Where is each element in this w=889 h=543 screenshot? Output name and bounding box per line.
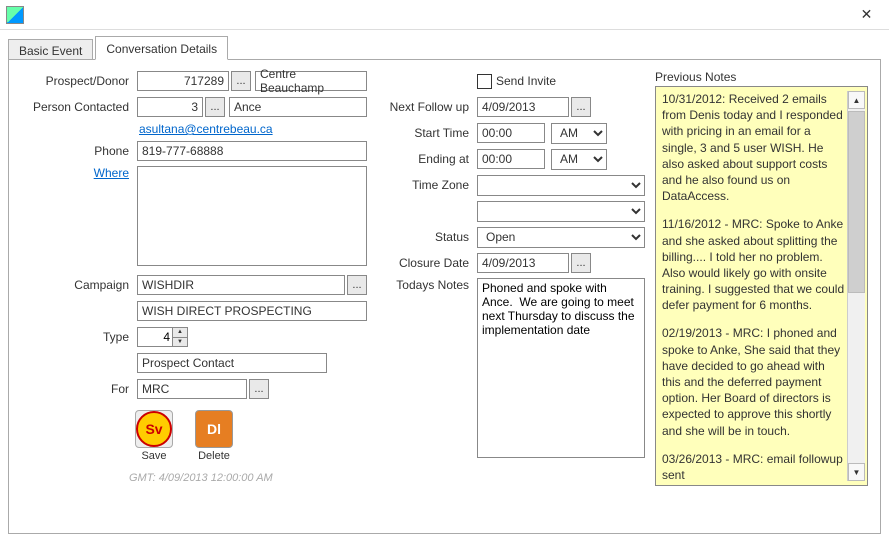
tab-page-conversation-details: Prospect/Donor ... Centre Beauchamp Pers… [8,59,881,534]
save-icon: Sv [136,411,172,447]
status-label: Status [377,230,477,244]
middle-column: Send Invite Next Follow up ... Start Tim… [377,70,645,523]
status-select[interactable]: Open [477,227,645,248]
campaign-lookup-button[interactable]: ... [347,275,367,295]
for-label: For [21,382,137,396]
type-spinner[interactable]: ▲ ▼ [137,327,188,347]
save-button-label: Save [141,450,166,462]
send-invite-label: Send Invite [496,74,556,88]
type-spin-up[interactable]: ▲ [173,328,187,338]
previous-notes-content: 10/31/2012: Received 2 emails from Denis… [662,91,845,481]
right-column: Previous Notes 10/31/2012: Received 2 em… [655,70,868,523]
type-spin-down[interactable]: ▼ [173,338,187,347]
type-name-display: Prospect Contact [137,353,327,373]
campaign-label: Campaign [21,278,137,292]
save-button[interactable]: Sv Save [129,410,179,462]
scroll-thumb[interactable] [848,111,865,293]
followup-label: Next Follow up [377,100,477,114]
close-button[interactable]: ✕ [844,0,889,29]
person-contacted-label: Person Contacted [21,100,137,114]
previous-note-entry: 11/16/2012 - MRC: Spoke to Anke and she … [662,216,845,313]
prospect-name-display: Centre Beauchamp [255,71,367,91]
contact-email-link[interactable]: asultana@centrebeau.ca [21,122,367,136]
prospect-lookup-button[interactable]: ... [231,71,251,91]
contact-id-input[interactable] [137,97,203,117]
campaign-name-display: WISH DIRECT PROSPECTING [137,301,367,321]
closure-date-input[interactable] [477,253,569,273]
scroll-up-button[interactable]: ▲ [848,91,865,109]
end-time-label: Ending at [377,152,477,166]
previous-note-entry: 02/19/2013 - MRC: I phoned and spoke to … [662,325,845,438]
contact-name-display: Ance [229,97,367,117]
window-body: Basic Event Conversation Details Prospec… [0,30,889,543]
start-time-input[interactable] [477,123,545,143]
previous-notes-panel: 10/31/2012: Received 2 emails from Denis… [655,86,868,486]
scroll-down-button[interactable]: ▼ [848,463,865,481]
send-invite-checkbox[interactable]: Send Invite [477,74,556,89]
previous-notes-scrollbar[interactable]: ▲ ▼ [847,91,865,481]
where-link-label[interactable]: Where [21,166,137,180]
app-icon [6,6,24,24]
closure-date-label: Closure Date [377,256,477,270]
followup-picker-button[interactable]: ... [571,97,591,117]
end-ampm-select[interactable]: AM [551,149,607,170]
previous-notes-title: Previous Notes [655,70,868,84]
left-column: Prospect/Donor ... Centre Beauchamp Pers… [21,70,367,523]
title-bar: ✕ [0,0,889,30]
phone-input[interactable] [137,141,367,161]
followup-input[interactable] [477,97,569,117]
timezone-select-1[interactable] [477,175,645,196]
previous-note-entry: 03/26/2013 - MRC: email followup sent [662,451,845,481]
start-time-label: Start Time [377,126,477,140]
tab-strip: Basic Event Conversation Details [8,36,881,60]
contact-lookup-button[interactable]: ... [205,97,225,117]
campaign-code-input[interactable] [137,275,345,295]
start-ampm-select[interactable]: AM [551,123,607,144]
timezone-select-2[interactable] [477,201,645,222]
previous-note-entry: 10/31/2012: Received 2 emails from Denis… [662,91,845,204]
delete-icon: Dl [195,410,233,448]
delete-button-label: Delete [198,450,230,462]
where-textarea[interactable] [137,166,367,266]
phone-label: Phone [21,144,137,158]
tab-conversation-details[interactable]: Conversation Details [95,36,228,60]
closure-picker-button[interactable]: ... [571,253,591,273]
type-label: Type [21,330,137,344]
action-bar: Sv Save Dl Delete [129,410,367,462]
todays-notes-textarea[interactable]: Phoned and spoke with Ance. We are going… [477,278,645,458]
send-invite-box[interactable] [477,74,492,89]
end-time-input[interactable] [477,149,545,169]
for-input[interactable] [137,379,247,399]
for-lookup-button[interactable]: ... [249,379,269,399]
type-value-input[interactable] [138,328,172,346]
prospect-donor-label: Prospect/Donor [21,74,137,88]
delete-button[interactable]: Dl Delete [189,410,239,462]
gmt-timestamp: GMT: 4/09/2013 12:00:00 AM [129,472,367,484]
tab-basic-event[interactable]: Basic Event [8,39,93,61]
timezone-label: Time Zone [377,178,477,192]
prospect-id-input[interactable] [137,71,229,91]
todays-notes-label: Todays Notes [377,278,477,292]
